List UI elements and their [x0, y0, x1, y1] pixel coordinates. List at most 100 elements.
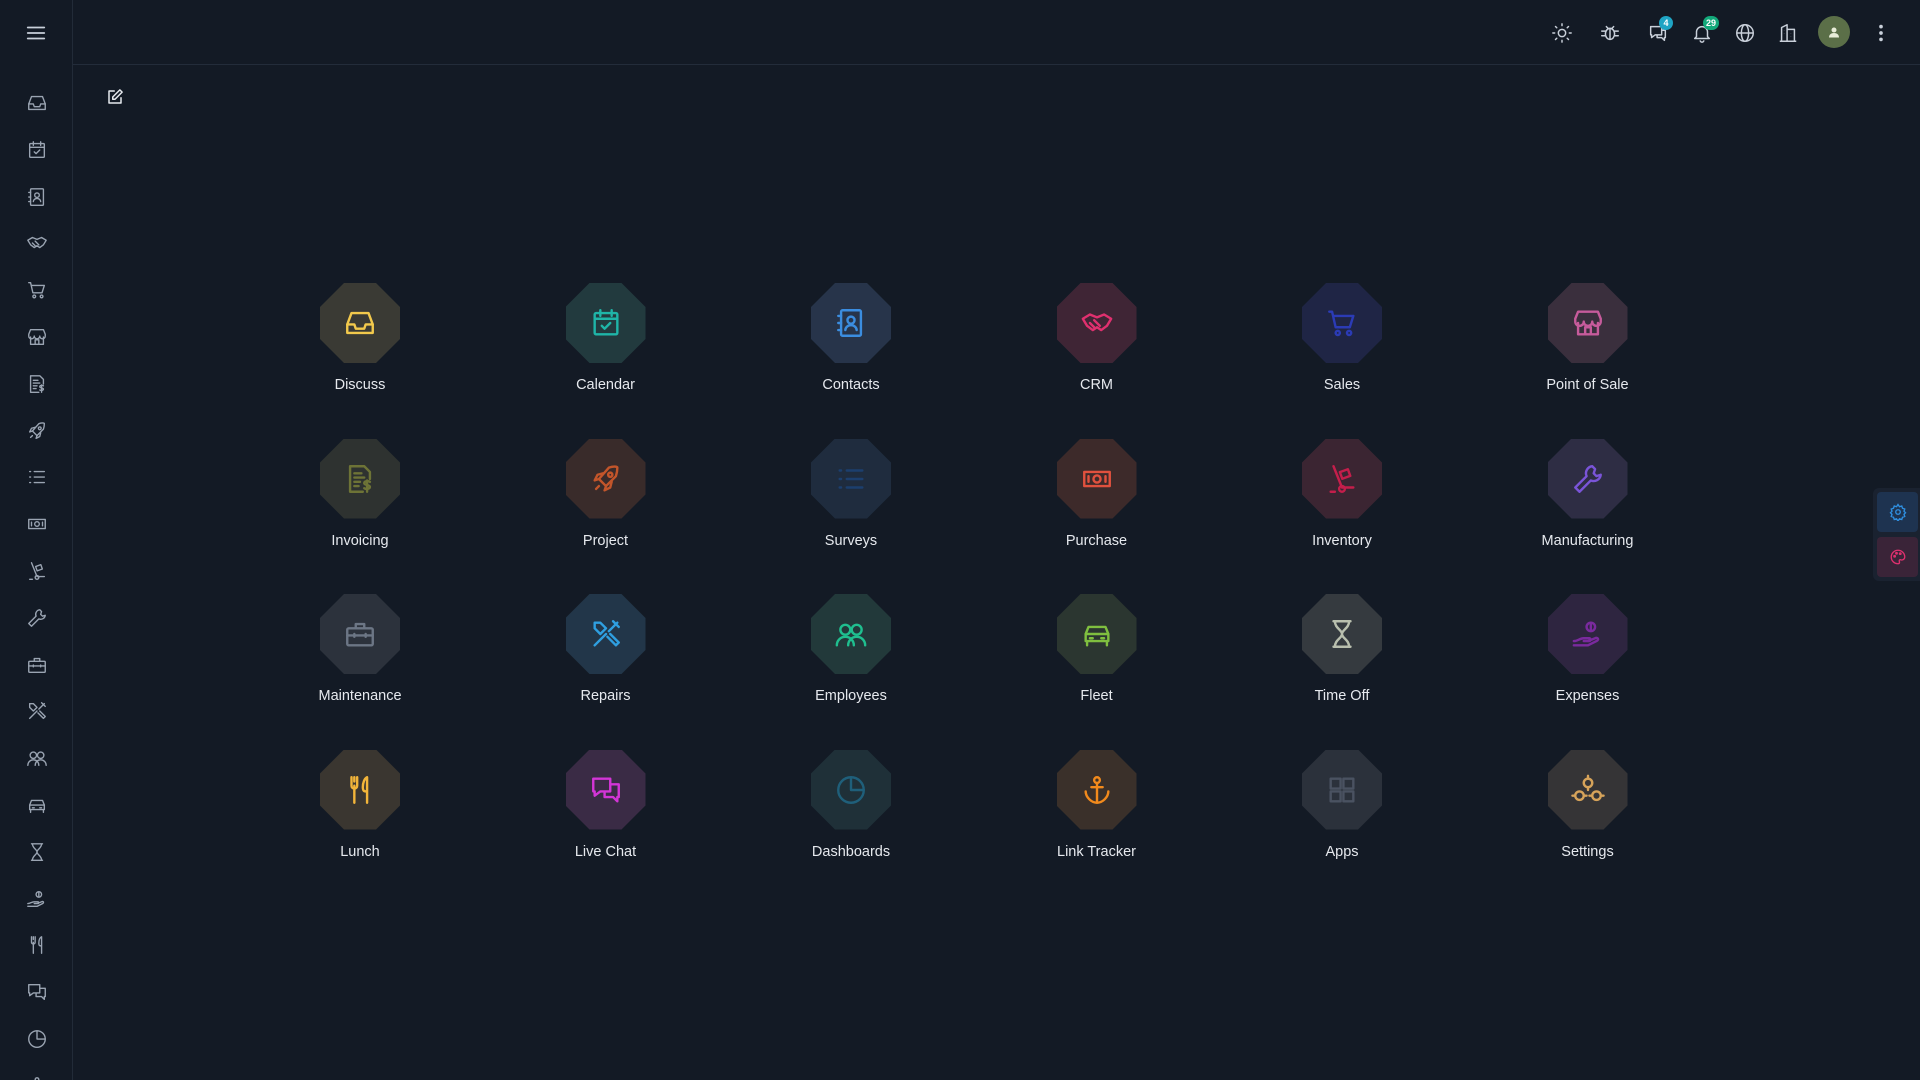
app-tile-lunch[interactable]: Lunch [260, 749, 460, 870]
app-icon-container [1302, 594, 1382, 674]
palette-icon[interactable] [1877, 537, 1918, 577]
app-tile-project[interactable]: Project [506, 438, 706, 559]
app-label: Inventory [1312, 532, 1372, 549]
hand-coin-icon [1572, 621, 1599, 647]
app-tile-employees[interactable]: Employees [751, 594, 951, 714]
gear-icon[interactable] [1877, 492, 1918, 532]
sidebar-cart-icon[interactable] [22, 275, 52, 305]
app-tile-fleet[interactable]: Fleet [997, 594, 1197, 714]
app-tile-link-tracker[interactable]: Link Tracker [997, 749, 1197, 870]
sidebar-store-icon[interactable] [22, 322, 52, 352]
app-tile-point-of-sale[interactable]: Point of Sale [1488, 283, 1688, 403]
app-tile-contacts[interactable]: Contacts [751, 283, 951, 403]
sidebar-wrench-icon[interactable] [22, 603, 52, 633]
app-tile-surveys[interactable]: Surveys [751, 438, 951, 559]
grid-icon [1329, 776, 1355, 803]
money-icon [28, 518, 46, 530]
bell-icon[interactable]: 29 [1687, 16, 1720, 48]
app-tile-discuss[interactable]: Discuss [260, 283, 460, 403]
sidebar-hand-coin-icon[interactable] [22, 884, 52, 914]
notifications-badge: 29 [1703, 16, 1720, 30]
app-tile-live-chat[interactable]: Live Chat [506, 749, 706, 870]
app-label: Expenses [1555, 688, 1620, 704]
car-icon [28, 799, 46, 814]
hand-coin-icon [27, 890, 45, 907]
sidebar-invoice-icon[interactable] [22, 369, 52, 399]
invoice-icon [348, 464, 372, 493]
app-label: Sales [1323, 377, 1361, 393]
app-label: Project [582, 532, 629, 549]
sidebar-people-icon[interactable] [22, 743, 52, 773]
edit-icon[interactable] [104, 86, 126, 108]
cart-icon [28, 282, 46, 299]
app-label: Contacts [822, 377, 880, 393]
sidebar-pie-chart-icon[interactable] [22, 1024, 52, 1054]
dolly-icon [1329, 464, 1355, 493]
globe-icon[interactable] [1730, 18, 1760, 48]
sidebar-chat-bubbles-icon[interactable] [22, 977, 52, 1007]
app-label: Calendar [576, 377, 635, 393]
sidebar-anchor-icon[interactable] [22, 1071, 52, 1080]
app-icon-container [565, 438, 646, 519]
people-icon [27, 751, 47, 767]
invoice-icon [29, 374, 45, 393]
sidebar-contacts-icon[interactable] [22, 182, 52, 212]
floating-side-panel [1873, 488, 1920, 581]
app-icon-container [320, 749, 400, 830]
app-tile-repairs[interactable]: Repairs [506, 594, 706, 714]
app-tile-expenses[interactable]: Expenses [1488, 594, 1688, 714]
app-label: CRM [1079, 377, 1114, 393]
sidebar-car-icon[interactable] [22, 790, 52, 820]
app-icon-container [811, 749, 891, 830]
sidebar-money-icon[interactable] [22, 509, 52, 539]
app-icon-container [1302, 283, 1382, 363]
building-icon[interactable] [1773, 18, 1803, 48]
app-tile-purchase[interactable]: Purchase [997, 438, 1197, 559]
hourglass-icon [30, 842, 44, 861]
sidebar-list-icon[interactable] [22, 462, 52, 492]
money-icon [1082, 470, 1111, 487]
app-tile-invoicing[interactable]: Invoicing [260, 438, 460, 559]
dolly-icon [28, 562, 46, 580]
hamburger-menu-icon[interactable] [19, 20, 53, 46]
anchor-icon [1083, 775, 1110, 804]
app-tile-crm[interactable]: CRM [997, 283, 1197, 403]
app-tile-apps[interactable]: Apps [1242, 749, 1442, 870]
inbox-icon [346, 311, 374, 335]
bug-icon[interactable] [1595, 18, 1625, 48]
app-label: Repairs [580, 688, 631, 704]
app-label: Employees [815, 688, 887, 704]
sidebar-toolbox-icon[interactable] [22, 650, 52, 680]
sidebar-hourglass-icon[interactable] [22, 837, 52, 867]
app-tile-sales[interactable]: Sales [1242, 283, 1442, 403]
chat-icon[interactable]: 4 [1643, 16, 1673, 48]
kebab-menu-icon[interactable] [1866, 18, 1896, 48]
sidebar-rocket-icon[interactable] [22, 416, 52, 446]
anchor-icon [34, 1076, 40, 1080]
sidebar-inbox-icon[interactable] [22, 88, 52, 118]
app-label: Dashboards [811, 843, 891, 860]
app-tile-time-off[interactable]: Time Off [1242, 594, 1442, 714]
app-tile-settings[interactable]: Settings [1488, 749, 1688, 870]
handshake-icon [1081, 313, 1112, 332]
utensils-icon [350, 775, 369, 804]
chat-badge: 4 [1659, 16, 1673, 30]
toolbox-icon [346, 622, 374, 647]
app-tile-manufacturing[interactable]: Manufacturing [1488, 438, 1688, 559]
app-tile-calendar[interactable]: Calendar [506, 283, 706, 403]
app-icon-container [320, 594, 400, 674]
app-tile-inventory[interactable]: Inventory [1242, 438, 1442, 559]
rocket-icon [28, 421, 46, 439]
sun-icon[interactable] [1547, 18, 1577, 48]
app-label: Manufacturing [1541, 532, 1634, 549]
app-tile-dashboards[interactable]: Dashboards [751, 749, 951, 870]
app-icon-container [1547, 283, 1628, 363]
sidebar-utensils-icon[interactable] [22, 930, 52, 960]
app-tile-maintenance[interactable]: Maintenance [260, 594, 460, 714]
app-icon-container [1056, 594, 1137, 674]
sidebar-tools-icon[interactable] [22, 696, 52, 726]
sidebar-handshake-icon[interactable] [22, 228, 52, 258]
avatar[interactable] [1818, 16, 1850, 48]
sidebar-calendar-icon[interactable] [22, 135, 52, 165]
sidebar-dolly-icon[interactable] [22, 556, 52, 586]
